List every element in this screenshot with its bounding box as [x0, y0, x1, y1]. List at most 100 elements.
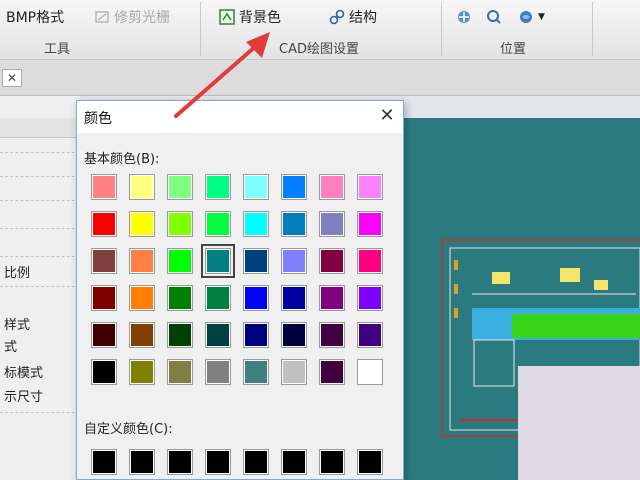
basic-color-swatch[interactable]: [357, 285, 383, 311]
properties-panel: 比例 样式 式 标模式 示尺寸: [0, 96, 80, 480]
document-tab-strip: [0, 60, 640, 96]
property-item[interactable]: 样式: [4, 314, 30, 333]
basic-color-swatch[interactable]: [91, 285, 117, 311]
basic-color-swatch[interactable]: [91, 174, 117, 200]
basic-color-swatch[interactable]: [167, 322, 193, 348]
basic-color-swatch[interactable]: [91, 322, 117, 348]
drawing-area-header: [400, 96, 640, 118]
property-item[interactable]: 比例: [4, 262, 30, 281]
basic-color-swatch[interactable]: [167, 174, 193, 200]
basic-color-swatch[interactable]: [357, 211, 383, 237]
bmp-format-label: BMP格式: [6, 10, 65, 26]
tools-group: BMP格式 修剪光栅 工具: [0, 0, 200, 60]
tools-caption: 工具: [44, 42, 71, 57]
divider: [0, 152, 80, 153]
basic-color-swatch[interactable]: [319, 211, 345, 237]
structure-label: 结构: [349, 10, 377, 26]
background-color-label: 背景色: [239, 10, 281, 26]
divider: [0, 228, 80, 229]
divider: [0, 286, 80, 287]
basic-color-swatch[interactable]: [243, 359, 269, 385]
basic-color-swatch[interactable]: [205, 174, 231, 200]
basic-color-swatch[interactable]: [129, 359, 155, 385]
basic-color-swatch[interactable]: [129, 322, 155, 348]
basic-color-swatch[interactable]: [281, 322, 307, 348]
basic-color-swatch[interactable]: [281, 285, 307, 311]
color-dialog: 颜色 ✕ 基本颜色(B): 自定义颜色(C):: [76, 100, 404, 480]
close-tab-button[interactable]: ✕: [2, 69, 22, 87]
properties-panel-header: [0, 118, 80, 138]
position-caption: 位置: [500, 42, 527, 57]
basic-color-swatch[interactable]: [91, 359, 117, 385]
trim-raster-icon: [94, 9, 110, 25]
custom-color-swatch[interactable]: [243, 449, 269, 475]
basic-color-swatch[interactable]: [319, 359, 345, 385]
custom-color-swatch[interactable]: [205, 449, 231, 475]
position-group: ▼ 位置: [442, 0, 592, 60]
zoom-button[interactable]: [486, 6, 502, 28]
basic-color-swatch[interactable]: [319, 285, 345, 311]
basic-color-swatch[interactable]: [205, 285, 231, 311]
basic-color-swatch[interactable]: [205, 359, 231, 385]
basic-color-swatch[interactable]: [281, 248, 307, 274]
divider: [0, 176, 80, 177]
basic-color-swatch[interactable]: [91, 211, 117, 237]
basic-color-swatch[interactable]: [205, 211, 231, 237]
custom-color-swatch[interactable]: [91, 449, 117, 475]
basic-color-swatch[interactable]: [205, 322, 231, 348]
close-dialog-button[interactable]: ✕: [377, 107, 397, 127]
property-item[interactable]: 示尺寸: [4, 386, 43, 405]
divider: [0, 412, 80, 413]
basic-color-swatch[interactable]: [129, 211, 155, 237]
basic-color-swatch[interactable]: [167, 285, 193, 311]
basic-color-swatch[interactable]: [243, 322, 269, 348]
basic-color-swatch[interactable]: [243, 174, 269, 200]
custom-color-swatch[interactable]: [129, 449, 155, 475]
basic-color-swatch[interactable]: [167, 248, 193, 274]
basic-color-swatch[interactable]: [167, 211, 193, 237]
basic-color-swatch[interactable]: [281, 211, 307, 237]
basic-color-swatch[interactable]: [357, 322, 383, 348]
divider: [0, 256, 80, 257]
basic-color-swatch[interactable]: [243, 248, 269, 274]
basic-color-swatch[interactable]: [357, 359, 383, 385]
basic-color-swatch[interactable]: [243, 285, 269, 311]
view-dropdown-button[interactable]: ▼: [518, 6, 545, 28]
trim-raster-button[interactable]: 修剪光栅: [94, 6, 170, 28]
custom-color-swatch[interactable]: [319, 449, 345, 475]
divider: [0, 200, 80, 201]
basic-color-swatch[interactable]: [201, 244, 235, 278]
zoom-icon: [486, 9, 502, 25]
custom-color-swatch[interactable]: [281, 449, 307, 475]
basic-color-swatch[interactable]: [319, 248, 345, 274]
custom-color-swatch[interactable]: [167, 449, 193, 475]
bmp-format-button[interactable]: BMP格式: [6, 6, 64, 28]
basic-color-swatch[interactable]: [129, 174, 155, 200]
basic-color-swatch[interactable]: [243, 211, 269, 237]
basic-color-swatch[interactable]: [91, 248, 117, 274]
custom-colors-label: 自定义颜色(C):: [84, 422, 173, 437]
dialog-title: 颜色: [84, 111, 112, 127]
basic-color-swatch[interactable]: [281, 359, 307, 385]
dialog-body: 基本颜色(B): 自定义颜色(C):: [77, 133, 403, 479]
basic-color-swatch[interactable]: [319, 322, 345, 348]
basic-color-swatch[interactable]: [357, 248, 383, 274]
basic-color-swatch[interactable]: [129, 285, 155, 311]
basic-color-swatch[interactable]: [319, 174, 345, 200]
cad-drawing: [441, 239, 640, 480]
pan-button[interactable]: [456, 6, 472, 28]
basic-color-swatch[interactable]: [129, 248, 155, 274]
custom-color-swatch[interactable]: [357, 449, 383, 475]
ribbon-toolbar: BMP格式 修剪光栅 工具 背景色 结构 CAD绘图设置 ▼ 位置: [0, 0, 640, 60]
pan-icon: [456, 9, 472, 25]
basic-color-swatch[interactable]: [167, 359, 193, 385]
property-item[interactable]: 标模式: [4, 362, 43, 381]
structure-button[interactable]: 结构: [329, 6, 377, 28]
property-item[interactable]: 式: [4, 336, 17, 355]
cad-settings-group: 背景色 结构 CAD绘图设置: [201, 0, 441, 60]
basic-color-swatch[interactable]: [281, 174, 307, 200]
basic-color-swatch[interactable]: [357, 174, 383, 200]
background-color-button[interactable]: 背景色: [219, 6, 281, 28]
background-color-icon: [219, 9, 235, 25]
drawing-canvas[interactable]: [400, 118, 640, 480]
